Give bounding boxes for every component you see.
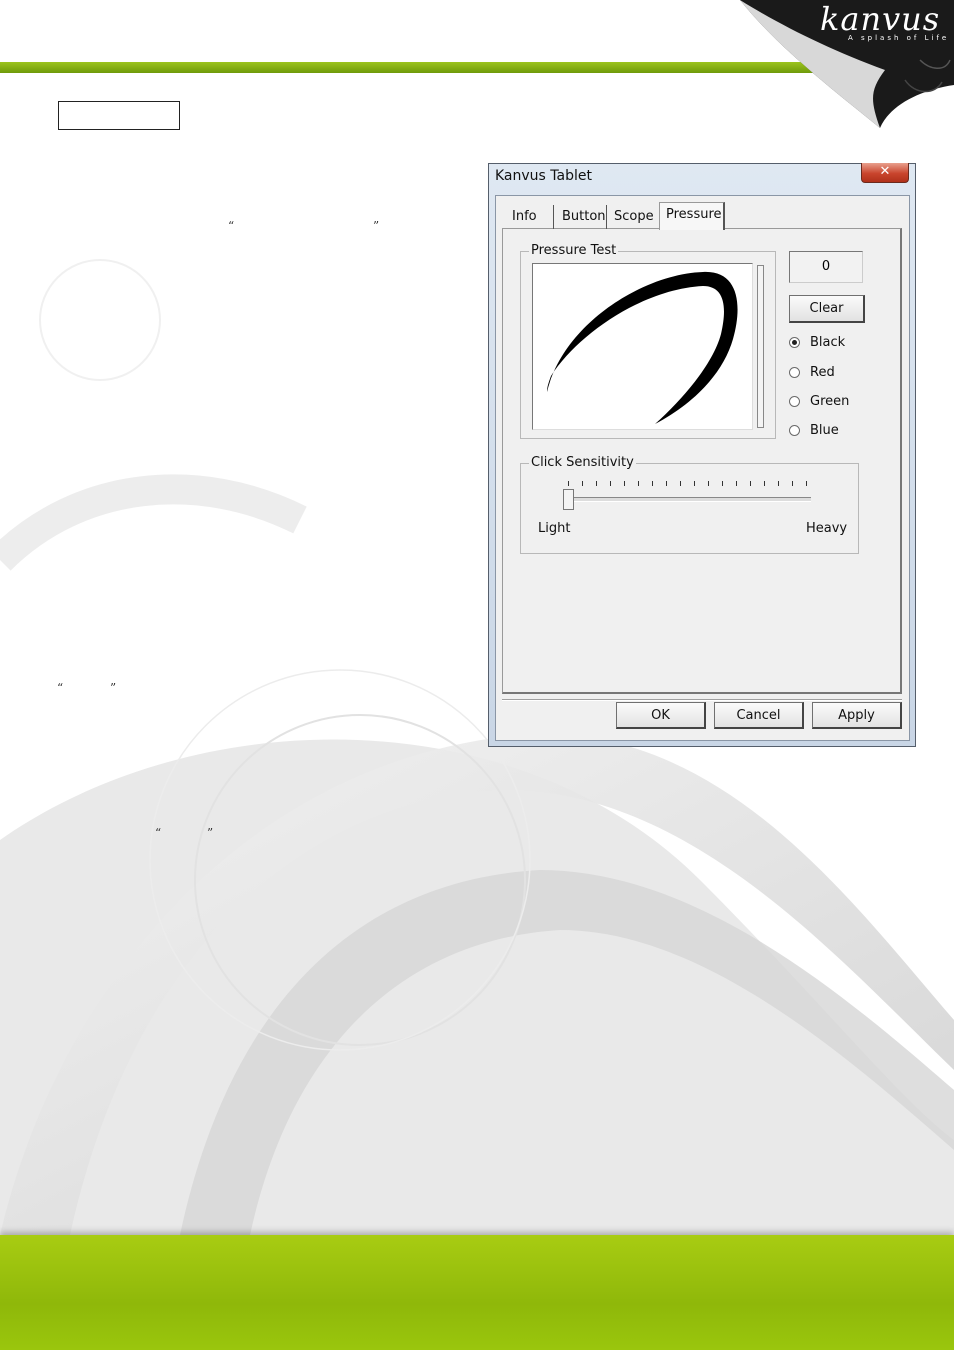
open-quote: “	[57, 681, 64, 695]
close-quote: ”	[373, 219, 380, 233]
slider-tick	[666, 481, 667, 486]
close-quote: ”	[110, 681, 117, 695]
tab-button[interactable]: Button	[556, 205, 607, 229]
slider-tick	[764, 481, 765, 486]
click-sensitivity-label: Click Sensitivity	[529, 455, 636, 470]
button-row-divider	[502, 699, 902, 701]
open-quote: “	[228, 219, 235, 233]
slider-tick	[582, 481, 583, 486]
sensitivity-slider-thumb[interactable]	[563, 489, 574, 510]
radio-black[interactable]	[789, 337, 800, 348]
pressure-value-display: 0	[789, 251, 863, 283]
pressure-test-canvas[interactable]	[532, 263, 753, 430]
slider-max-label: Heavy	[806, 521, 848, 536]
slider-tick	[596, 481, 597, 486]
color-option-label: Green	[810, 394, 850, 409]
footer-accent-band	[0, 1235, 954, 1350]
section-heading-box	[58, 101, 180, 130]
clear-button[interactable]: Clear	[789, 295, 865, 323]
slider-tick	[736, 481, 737, 486]
slider-tick	[708, 481, 709, 486]
color-option-label: Red	[810, 365, 835, 380]
radio-blue[interactable]	[789, 425, 800, 436]
slider-tick	[638, 481, 639, 486]
cancel-button[interactable]: Cancel	[714, 702, 804, 729]
slider-tick	[680, 481, 681, 486]
pressure-test-label: Pressure Test	[529, 243, 619, 258]
slider-tick	[568, 481, 569, 486]
close-quote: ”	[207, 826, 214, 840]
pressure-level-bar	[757, 265, 764, 428]
dialog-title: Kanvus Tablet	[495, 168, 592, 184]
color-option-label: Blue	[810, 423, 839, 438]
tab-info[interactable]: Info	[506, 205, 554, 229]
open-quote: “	[155, 826, 162, 840]
slider-tick	[806, 481, 807, 486]
slider-tick	[722, 481, 723, 486]
slider-tick	[652, 481, 653, 486]
drawn-stroke	[547, 271, 738, 424]
slider-tick	[610, 481, 611, 486]
radio-green[interactable]	[789, 396, 800, 407]
slider-tick	[792, 481, 793, 486]
slider-tick	[750, 481, 751, 486]
slider-tick	[778, 481, 779, 486]
ok-button[interactable]: OK	[616, 702, 706, 729]
apply-button[interactable]: Apply	[812, 702, 902, 729]
tab-pressure[interactable]: Pressure	[659, 202, 725, 230]
slider-tick	[624, 481, 625, 486]
sensitivity-slider-track[interactable]	[565, 497, 811, 502]
brand-logo: kanvus	[820, 0, 941, 38]
tab-scope[interactable]: Scope	[608, 205, 660, 229]
brand-tagline: A splash of Life	[848, 34, 950, 42]
radio-red[interactable]	[789, 367, 800, 378]
slider-tick	[694, 481, 695, 486]
close-icon[interactable]: ✕	[861, 163, 909, 183]
color-option-label: Black	[810, 335, 846, 350]
slider-min-label: Light	[538, 521, 571, 536]
